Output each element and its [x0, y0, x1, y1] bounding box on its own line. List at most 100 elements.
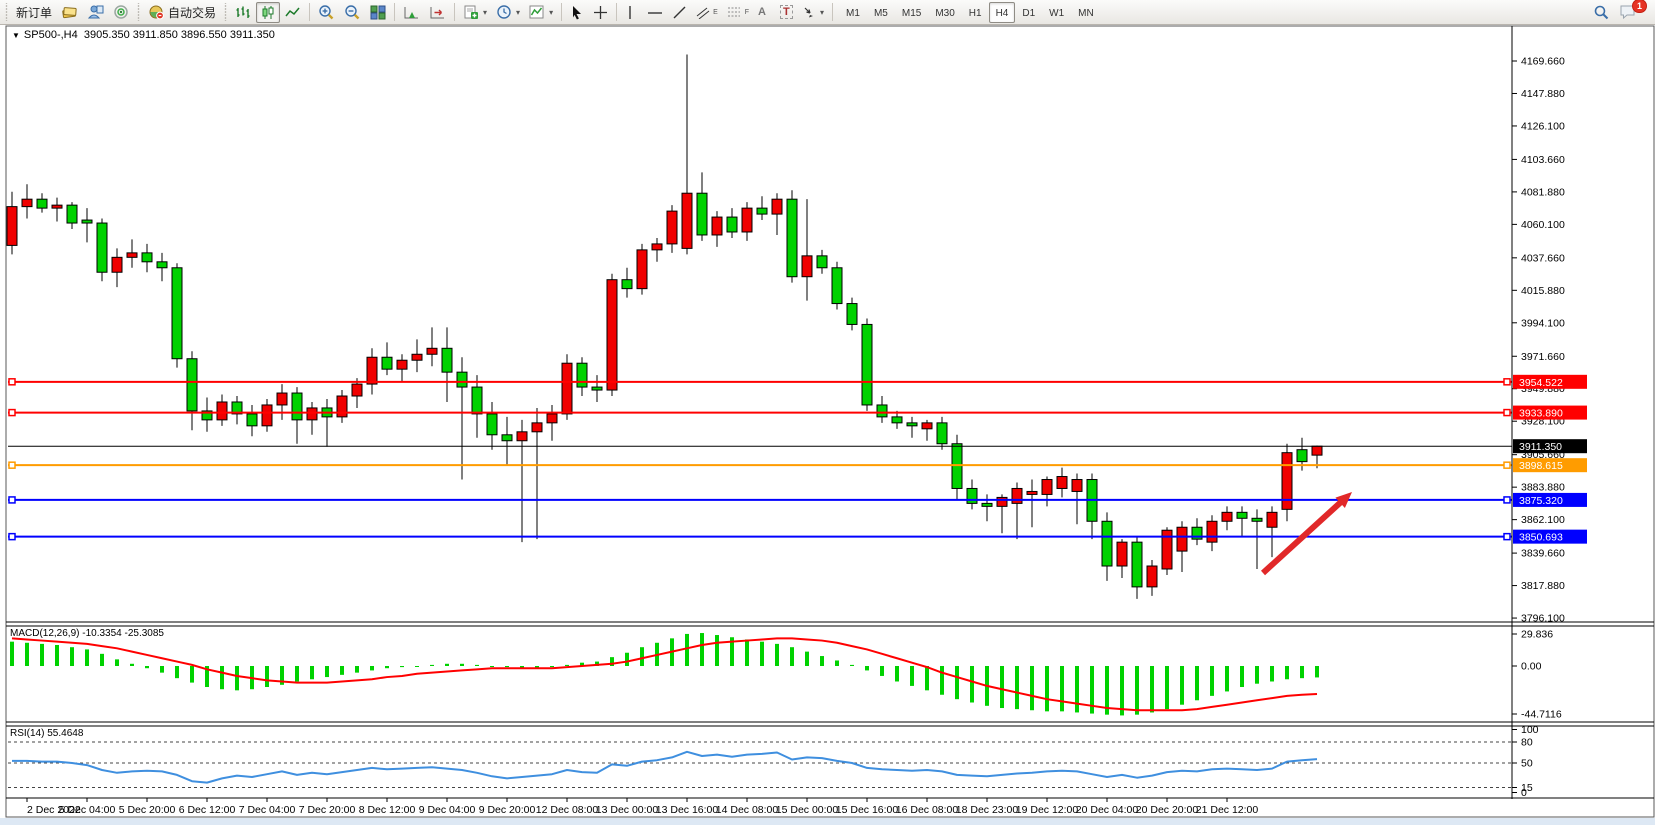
- candle-body: [262, 405, 272, 426]
- line-end-marker[interactable]: [9, 534, 15, 540]
- line-end-marker[interactable]: [1504, 534, 1510, 540]
- macd-histogram-bar: [1285, 666, 1289, 679]
- candle-body: [457, 372, 467, 387]
- price-tick-label: 3839.660: [1521, 548, 1565, 560]
- arrows-tool-icon: [802, 5, 816, 19]
- bar-chart-mode-button[interactable]: [231, 2, 255, 23]
- periodicity-button[interactable]: [492, 2, 524, 23]
- macd-histogram-bar: [1000, 666, 1004, 708]
- tile-windows-button[interactable]: [366, 2, 390, 23]
- macd-histogram-bar: [130, 664, 134, 666]
- macd-histogram-bar: [115, 659, 119, 666]
- candle-body: [382, 357, 392, 369]
- line-end-marker[interactable]: [1504, 497, 1510, 503]
- status-strip: [0, 818, 1655, 825]
- candle-body: [1177, 527, 1187, 551]
- timeframe-H1[interactable]: H1: [962, 2, 989, 23]
- zoom-in-icon: [318, 4, 335, 20]
- new-order-button[interactable]: 新订单: [12, 2, 56, 23]
- timeframe-M15[interactable]: M15: [895, 2, 928, 23]
- line-end-marker[interactable]: [9, 497, 15, 503]
- new-chart-button[interactable]: [459, 2, 491, 23]
- macd-histogram-bar: [955, 666, 959, 699]
- text-tool-button[interactable]: A: [754, 2, 775, 23]
- chart-shift-button[interactable]: [425, 2, 450, 23]
- chat-button[interactable]: 1: [1615, 2, 1641, 23]
- candlestick-mode-button[interactable]: [256, 2, 280, 23]
- cursor-tool-button[interactable]: [566, 2, 588, 23]
- bar-chart-icon: [235, 5, 251, 20]
- candle-body: [622, 280, 632, 289]
- candle-body: [1312, 446, 1322, 455]
- horizontal-line-tool-button[interactable]: [643, 2, 667, 23]
- timeframe-W1[interactable]: W1: [1042, 2, 1071, 23]
- indicators-icon: [529, 4, 545, 20]
- tickets-icon[interactable]: [57, 2, 82, 23]
- trendline-tool-button[interactable]: [668, 2, 691, 23]
- macd-histogram-bar: [1240, 666, 1244, 687]
- timeframe-M30[interactable]: M30: [928, 2, 961, 23]
- line-end-marker[interactable]: [1504, 410, 1510, 416]
- line-end-marker[interactable]: [9, 379, 15, 385]
- cursor-icon: [570, 5, 584, 20]
- indicators-button[interactable]: [525, 2, 557, 23]
- vertical-line-tool-button[interactable]: [621, 2, 642, 23]
- arrows-tool-button[interactable]: [798, 2, 828, 23]
- macd-histogram-bar: [565, 665, 569, 666]
- profile-icon[interactable]: [83, 2, 108, 23]
- macd-histogram-bar: [310, 666, 314, 679]
- macd-histogram-bar: [490, 666, 494, 667]
- candle-body: [1042, 480, 1052, 495]
- line-end-marker[interactable]: [1504, 462, 1510, 468]
- macd-histogram-bar: [505, 666, 509, 667]
- toolbar-separator: [394, 3, 395, 21]
- macd-histogram-bar: [805, 652, 809, 666]
- fibonacci-tool-button[interactable]: F: [723, 2, 753, 23]
- timeframe-H4[interactable]: H4: [989, 2, 1016, 23]
- timeframe-M5[interactable]: M5: [867, 2, 895, 23]
- crosshair-tool-button[interactable]: [589, 2, 612, 23]
- line-end-marker[interactable]: [1504, 379, 1510, 385]
- date-tick-label: 13 Dec 00:00: [596, 804, 659, 816]
- signal-icon[interactable]: [109, 2, 133, 23]
- fibonacci-icon: [727, 6, 742, 19]
- macd-histogram-bar: [850, 665, 854, 666]
- macd-histogram-bar: [325, 666, 329, 677]
- candle-body: [397, 360, 407, 369]
- candle-body: [217, 402, 227, 420]
- candle-body: [682, 193, 692, 248]
- macd-histogram-bar: [430, 665, 434, 666]
- line-chart-mode-button[interactable]: [281, 2, 305, 23]
- candle-body: [877, 405, 887, 417]
- candle-body: [847, 304, 857, 325]
- auto-scroll-button[interactable]: [399, 2, 424, 23]
- search-button[interactable]: [1589, 2, 1614, 23]
- macd-tick-label: 29.836: [1521, 629, 1553, 641]
- zoom-out-button[interactable]: [340, 2, 365, 23]
- zoom-in-button[interactable]: [314, 2, 339, 23]
- price-tick-label: 3862.100: [1521, 514, 1565, 526]
- timeframe-D1[interactable]: D1: [1015, 2, 1042, 23]
- timeframe-M1[interactable]: M1: [839, 2, 867, 23]
- macd-histogram-bar: [760, 642, 764, 666]
- macd-histogram-bar: [1165, 666, 1169, 709]
- line-end-marker[interactable]: [9, 410, 15, 416]
- candle-body: [472, 387, 482, 414]
- timeframe-MN[interactable]: MN: [1071, 2, 1101, 23]
- macd-histogram-bar: [85, 649, 89, 666]
- line-end-marker[interactable]: [9, 462, 15, 468]
- candle-body: [1207, 521, 1217, 542]
- profile-icon-glyph: [87, 4, 104, 20]
- channel-icon: [696, 6, 710, 19]
- macd-histogram-bar: [1210, 666, 1214, 696]
- text-label-tool-button[interactable]: T: [776, 2, 797, 23]
- candle-body: [802, 256, 812, 277]
- channel-tool-button[interactable]: E: [692, 2, 722, 23]
- toolbar-separator: [616, 3, 617, 21]
- candle-body: [187, 359, 197, 411]
- macd-histogram-bar: [1180, 666, 1184, 705]
- candle-body: [247, 414, 257, 426]
- date-tick-label: 6 Dec 12:00: [179, 804, 236, 816]
- vertical-line-icon: [625, 5, 635, 20]
- autotrading-button[interactable]: 自动交易: [144, 2, 220, 23]
